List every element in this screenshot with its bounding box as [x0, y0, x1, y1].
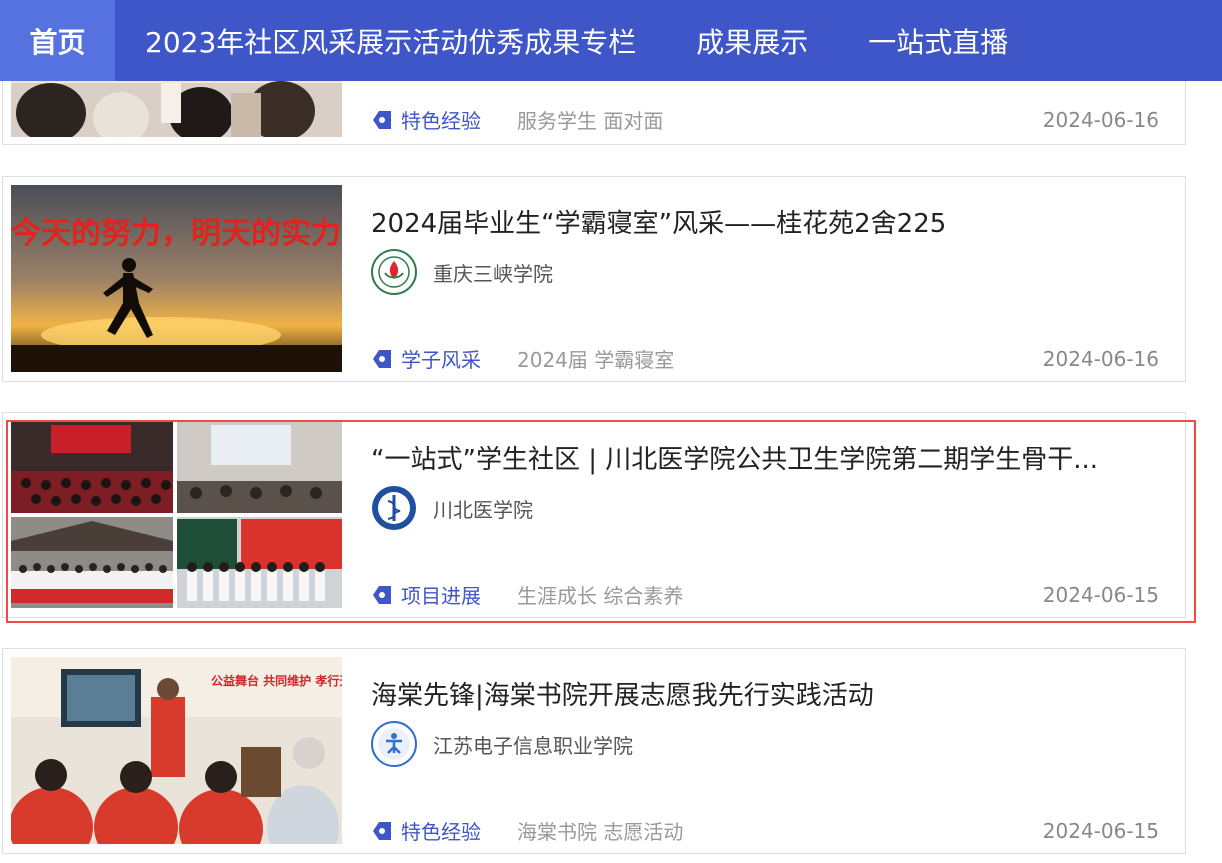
thumbnail-slogan: 今天的努力，明天的实力	[11, 216, 341, 251]
volunteer-photo-icon: 公益舞台 共同维护 孝行天下 爱满人间	[11, 657, 342, 844]
article-org: 川北医学院	[371, 485, 533, 531]
org-logo-icon	[371, 485, 417, 531]
article-org: 重庆三峡学院	[371, 249, 553, 295]
article-date: 2024-06-15	[1042, 582, 1159, 607]
article-title[interactable]: 2024届毕业生“学霸寝室”风采——桂花苑2舍225	[371, 203, 1151, 240]
article-meta: 特色经验 海棠书院 志愿活动 2024-06-15	[371, 816, 1159, 845]
runner-sunset-photo-icon: 今天的努力，明天的实力	[11, 185, 342, 372]
article-date: 2024-06-16	[1042, 107, 1159, 132]
thumbnail-banner-text: 公益舞台 共同维护 孝行天下 爱满人间	[211, 673, 342, 688]
article-thumbnail[interactable]: 今天的努力，明天的实力	[11, 185, 342, 372]
article-title[interactable]: 海棠先锋|海棠书院开展志愿我先行实践活动	[371, 675, 1151, 712]
article-date: 2024-06-16	[1042, 346, 1159, 371]
article-keywords: 海棠书院 志愿活动	[517, 820, 684, 844]
org-name[interactable]: 川北医学院	[433, 494, 533, 523]
nav-live[interactable]: 一站式直播	[838, 0, 1038, 81]
event-collage-photo-icon	[11, 421, 342, 608]
article-meta: 学子风采 2024届 学霸寝室 2024-06-16	[371, 344, 1159, 373]
article-tag[interactable]: 特色经验	[401, 816, 481, 845]
article-date: 2024-06-15	[1042, 818, 1159, 843]
nav-home[interactable]: 首页	[0, 0, 115, 81]
tag-icon	[373, 821, 391, 840]
article-card[interactable]: 今天的努力，明天的实力 2024届毕业生“学霸寝室”风采——桂花苑2舍225 重…	[2, 176, 1186, 382]
article-card[interactable]: “一站式”学生社区 | 川北医学院公共卫生学院第二期学生骨干... 川北医学院 …	[2, 412, 1186, 618]
article-title[interactable]: “一站式”学生社区 | 川北医学院公共卫生学院第二期学生骨干...	[371, 439, 1146, 476]
org-logo-icon	[371, 721, 417, 767]
org-name[interactable]: 江苏电子信息职业学院	[433, 730, 633, 759]
article-tag[interactable]: 学子风采	[401, 344, 481, 373]
tag-icon	[373, 349, 391, 368]
article-thumbnail[interactable]	[11, 421, 342, 608]
org-logo-icon	[371, 249, 417, 295]
article-tag[interactable]: 特色经验	[401, 105, 481, 134]
nav-results[interactable]: 成果展示	[666, 0, 838, 81]
tag-icon	[373, 110, 391, 129]
article-thumbnail[interactable]: 公益舞台 共同维护 孝行天下 爱满人间	[11, 657, 342, 844]
article-org: 江苏电子信息职业学院	[371, 721, 633, 767]
article-keywords: 服务学生 面对面	[517, 109, 664, 133]
article-meta: 特色经验 服务学生 面对面 2024-06-16	[371, 105, 1159, 134]
article-keywords: 2024届 学霸寝室	[517, 348, 675, 372]
article-card[interactable]: 公益舞台 共同维护 孝行天下 爱满人间 海棠先锋|海棠书院开展志愿我先行实践活动	[2, 648, 1186, 854]
org-name[interactable]: 重庆三峡学院	[433, 258, 553, 287]
tag-icon	[373, 585, 391, 604]
nav-showcase-column[interactable]: 2023年社区风采展示活动优秀成果专栏	[115, 0, 666, 81]
article-meta: 项目进展 生涯成长 综合素养 2024-06-15	[371, 580, 1159, 609]
article-tag[interactable]: 项目进展	[401, 580, 481, 609]
article-keywords: 生涯成长 综合素养	[517, 584, 684, 608]
top-nav: 首页 2023年社区风采展示活动优秀成果专栏 成果展示 一站式直播	[0, 0, 1222, 81]
